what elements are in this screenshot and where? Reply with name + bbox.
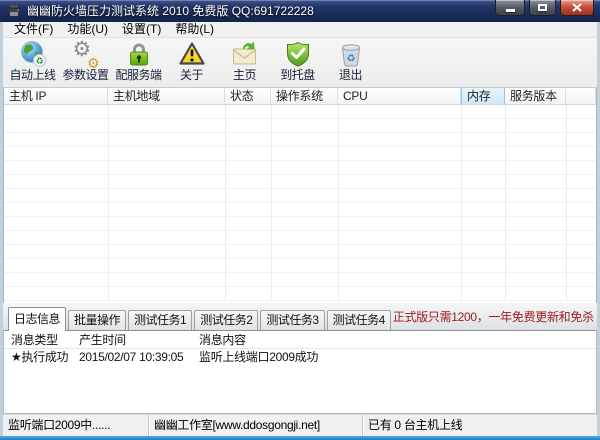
window-bottom-frame	[0, 436, 600, 440]
hosts-listview: 主机 IP 主机地域 状态 操作系统 CPU 内存 服务版本	[3, 88, 597, 303]
warning-icon	[178, 40, 206, 68]
log-message-type: ★执行成功	[11, 349, 79, 366]
grid-line	[338, 105, 339, 302]
menu-function[interactable]: 功能(U)	[61, 22, 114, 37]
homepage-button[interactable]: 主页	[218, 40, 271, 86]
minimize-button[interactable]	[495, 0, 525, 16]
log-column-content[interactable]: 消息内容	[199, 333, 596, 348]
shield-icon	[284, 40, 312, 68]
svg-text:♻: ♻	[346, 54, 355, 65]
auto-online-button[interactable]: ♻ 自动上线	[6, 40, 59, 86]
app-icon	[7, 4, 21, 18]
grid-line	[566, 105, 567, 302]
parameter-settings-button[interactable]: ⚙⚙ 参数设置	[59, 40, 112, 86]
maximize-icon	[538, 4, 547, 11]
tool-label: 参数设置	[62, 68, 108, 82]
app-window: 幽幽防火墙压力测试系统 2010 免费版 QQ:691722228 文件(F) …	[0, 0, 600, 440]
column-header-memory[interactable]: 内存	[461, 88, 505, 104]
hosts-table-header: 主机 IP 主机地域 状态 操作系统 CPU 内存 服务版本	[4, 88, 596, 105]
svg-text:♻: ♻	[35, 57, 43, 67]
toolbar: ♻ 自动上线 ⚙⚙ 参数设置 配服务端	[3, 38, 597, 88]
minimize-icon	[506, 9, 515, 12]
column-header-cpu[interactable]: CPU	[338, 88, 461, 104]
tool-label: 主页	[233, 68, 256, 82]
tool-label: 关于	[180, 68, 203, 82]
tool-label: 自动上线	[9, 68, 55, 82]
column-header-os[interactable]: 操作系统	[271, 88, 338, 104]
to-tray-button[interactable]: 到托盘	[271, 40, 324, 86]
log-time: 2015/02/07 10:39:05	[79, 349, 199, 366]
log-content: 监听上线端口2009成功	[199, 349, 596, 366]
column-header-region[interactable]: 主机地域	[108, 88, 225, 104]
tab-test-task-1[interactable]: 测试任务1	[128, 310, 192, 330]
hosts-table-body[interactable]	[4, 105, 596, 302]
grid-line	[108, 105, 109, 302]
menu-settings[interactable]: 设置(T)	[116, 22, 167, 37]
gears-icon: ⚙⚙	[72, 40, 100, 68]
tool-label: 配服务端	[115, 68, 161, 82]
globe-icon: ♻	[19, 40, 47, 68]
column-header-status[interactable]: 状态	[225, 88, 271, 104]
tool-label: 到托盘	[280, 68, 315, 82]
tab-batch-operations[interactable]: 批量操作	[68, 310, 126, 330]
configure-server-button[interactable]: 配服务端	[112, 40, 165, 86]
grid-line	[271, 105, 272, 302]
lock-icon	[125, 40, 153, 68]
status-listening: 监听端口2009中......	[3, 415, 148, 436]
log-column-message-type[interactable]: 消息类型	[11, 333, 79, 348]
close-icon	[572, 3, 582, 12]
log-column-time[interactable]: 产生时间	[79, 333, 199, 348]
tabstrip: 日志信息 批量操作 测试任务1 测试任务2 测试任务3 测试任务4 正式版只需1…	[3, 303, 597, 330]
status-host-count: 已有 0 台主机上线	[362, 415, 597, 436]
log-panel: 消息类型 产生时间 消息内容 ★执行成功 2015/02/07 10:39:05…	[3, 330, 597, 414]
menubar: 文件(F) 功能(U) 设置(T) 帮助(L)	[3, 22, 597, 38]
menu-help[interactable]: 帮助(L)	[169, 22, 220, 37]
column-header-filler	[566, 88, 596, 104]
tab-test-task-3[interactable]: 测试任务3	[260, 310, 324, 330]
grid-line	[461, 105, 462, 302]
column-header-host-ip[interactable]: 主机 IP	[4, 88, 108, 104]
grid-line	[225, 105, 226, 302]
log-table-header: 消息类型 产生时间 消息内容	[4, 333, 596, 349]
maximize-button[interactable]	[529, 0, 556, 16]
titlebar[interactable]: 幽幽防火墙压力测试系统 2010 免费版 QQ:691722228	[0, 0, 600, 22]
tab-test-task-2[interactable]: 测试任务2	[194, 310, 258, 330]
tab-log-info[interactable]: 日志信息	[8, 307, 66, 331]
trash-icon: ♻	[337, 40, 365, 68]
window-controls	[495, 0, 594, 16]
about-button[interactable]: 关于	[165, 40, 218, 86]
tool-label: 退出	[339, 68, 362, 82]
statusbar: 监听端口2009中...... 幽幽工作室[www.ddosgongji.net…	[3, 414, 597, 436]
menu-file[interactable]: 文件(F)	[8, 22, 59, 37]
log-row[interactable]: ★执行成功 2015/02/07 10:39:05 监听上线端口2009成功	[4, 349, 596, 366]
grid-line	[505, 105, 506, 302]
exit-button[interactable]: ♻ 退出	[324, 40, 377, 86]
column-header-service[interactable]: 服务版本	[505, 88, 566, 104]
tab-test-task-4[interactable]: 测试任务4	[327, 310, 391, 330]
status-studio-url: 幽幽工作室[www.ddosgongji.net]	[148, 415, 362, 436]
promo-text: 正式版只需1200，一年免费更新和免杀	[393, 308, 594, 325]
close-button[interactable]	[560, 0, 594, 16]
window-title: 幽幽防火墙压力测试系统 2010 免费版 QQ:691722228	[27, 0, 314, 22]
mail-icon	[231, 40, 259, 68]
